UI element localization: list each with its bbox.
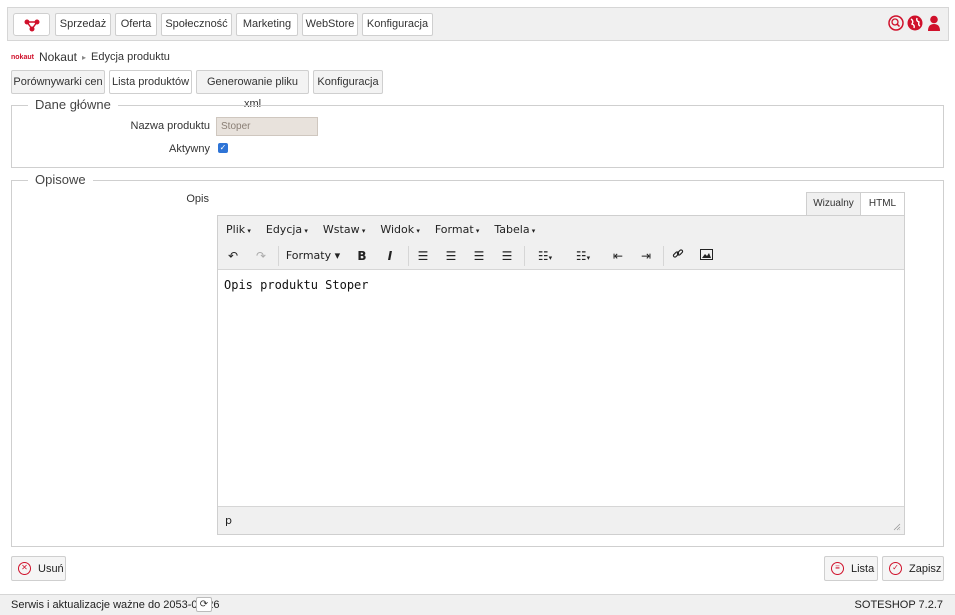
check-icon: ✓ [889,562,902,575]
active-checkbox[interactable]: ✓ [218,143,228,153]
main-data-legend: Dane główne [28,97,118,112]
indent-icon[interactable]: ⇥ [638,248,654,264]
delete-icon: ✕ [18,562,31,575]
align-center-icon[interactable]: ☰ [443,248,459,264]
nav-marketing[interactable]: Marketing [236,13,298,36]
editor-content[interactable]: Opis produktu Stoper [224,278,369,292]
refresh-icon[interactable]: ⟳ [196,597,212,612]
menu-wstaw[interactable]: Wstaw [323,223,365,236]
footer: Serwis i aktualizacje ważne do 2053-08-2… [0,594,955,615]
active-label: Aktywny [169,143,210,155]
undo-icon[interactable]: ↶ [225,248,241,264]
element-path[interactable]: p [225,514,232,527]
list-button[interactable]: ≡ Lista [824,556,878,581]
resize-handle-icon[interactable] [893,523,901,531]
link-icon[interactable] [670,248,686,264]
formats-dropdown[interactable]: Formaty ▾ [285,248,341,264]
top-navigation: Sprzedaż Oferta Społeczność Marketing We… [7,7,949,41]
align-left-icon[interactable]: ☰ [415,248,431,264]
align-justify-icon[interactable]: ☰ [499,248,515,264]
list-label: Lista [851,562,875,575]
search-icon[interactable] [888,15,904,31]
bold-button[interactable]: B [355,248,369,264]
tab-wizualny[interactable]: Wizualny [806,192,861,216]
toolbar-divider [663,246,664,266]
nav-oferta[interactable]: Oferta [115,13,157,36]
product-name-input[interactable]: Stoper [216,117,318,136]
tab-html[interactable]: HTML [861,192,905,216]
breadcrumb-module[interactable]: Nokaut [39,50,77,64]
menu-edycja[interactable]: Edycja [266,223,308,236]
tab-lista-produktow[interactable]: Lista produktów [109,70,192,94]
save-label: Zapisz [909,562,942,575]
brand-logo: nokaut [11,53,34,61]
toolbar-divider [408,246,409,266]
nav-spolecznosc[interactable]: Społeczność [161,13,232,36]
editor-statusbar: p [218,506,904,534]
redo-icon[interactable]: ↷ [253,248,269,264]
toolbar-divider [278,246,279,266]
version-text: SOTESHOP 7.2.7 [854,599,943,611]
italic-button[interactable]: I [383,248,397,264]
formats-label: Formaty [285,249,332,262]
bullet-list-icon[interactable]: ☷▾ [531,248,559,264]
menu-tabela[interactable]: Tabela [494,223,535,236]
tab-generowanie-xml[interactable]: Generowanie pliku xml [196,70,309,110]
breadcrumb-page: Edycja produktu [91,51,170,63]
top-icons [888,15,942,31]
rich-text-editor: Plik Edycja Wstaw Widok Format Tabela ↶ … [217,215,905,535]
logo-icon [24,19,39,31]
license-text: Serwis i aktualizacje ważne do 2053-08-2… [11,599,220,611]
breadcrumb-separator: ▸ [81,52,86,62]
save-button[interactable]: ✓ Zapisz [882,556,944,581]
description-legend: Opisowe [28,172,93,187]
main-data-section [11,105,944,168]
nav-sprzedaz[interactable]: Sprzedaż [55,13,111,36]
tab-porownywarki[interactable]: Porównywarki cen [11,70,105,94]
outdent-icon[interactable]: ⇤ [610,248,626,264]
logo-button[interactable] [13,13,50,36]
delete-label: Usuń [38,562,64,575]
tab-konfiguracja[interactable]: Konfiguracja [313,70,383,94]
menu-widok[interactable]: Widok [380,223,420,236]
list-icon: ≡ [831,562,844,575]
globe-icon[interactable] [907,15,923,31]
delete-button[interactable]: ✕ Usuń [11,556,66,581]
toolbar-divider [524,246,525,266]
image-icon[interactable] [698,248,714,264]
editor-toolbar: ↶ ↷ Formaty ▾ B I ☰ ☰ ☰ ☰ ☷▾ ☷▾ ⇤ ⇥ [218,242,904,270]
nav-konfiguracja[interactable]: Konfiguracja [362,13,433,36]
nav-webstore[interactable]: WebStore [302,13,358,36]
user-icon[interactable] [926,15,942,31]
editor-mode-tabs: Wizualny HTML [806,192,905,216]
menu-format[interactable]: Format [435,223,480,236]
numbered-list-icon[interactable]: ☷▾ [569,248,597,264]
editor-menubar: Plik Edycja Wstaw Widok Format Tabela [218,216,904,242]
align-right-icon[interactable]: ☰ [471,248,487,264]
product-name-label: Nazwa produktu [130,120,211,132]
description-label: Opis [186,193,209,205]
menu-plik[interactable]: Plik [226,223,251,236]
breadcrumb: nokaut Nokaut ▸ Edycja produktu [11,50,170,64]
